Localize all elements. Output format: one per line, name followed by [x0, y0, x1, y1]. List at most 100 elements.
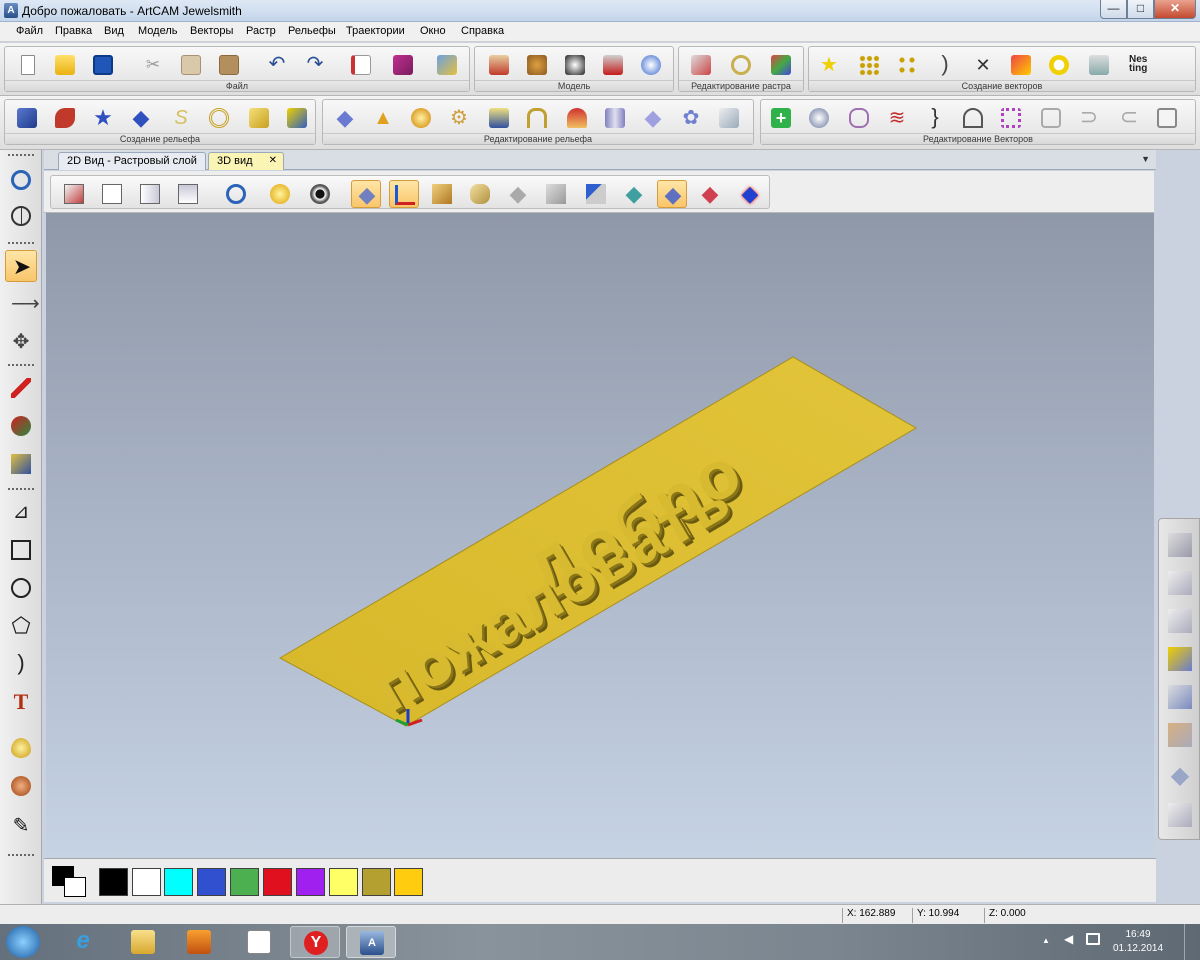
model-hat-button[interactable] [599, 51, 627, 79]
close-tab-icon[interactable]: ✕ [269, 155, 277, 166]
relief-pencil-button[interactable] [715, 104, 743, 132]
layer-8-icon[interactable] [1168, 803, 1192, 827]
vec-offset-button[interactable] [1037, 104, 1065, 132]
cylinder-button[interactable] [465, 180, 495, 208]
transform-tool[interactable]: ✥ [5, 326, 37, 358]
grid-plane-button[interactable]: ◆ [619, 180, 649, 208]
palette-swatch-white[interactable] [132, 868, 161, 896]
drop-tool[interactable] [5, 732, 37, 764]
layer-4-icon[interactable] [1168, 647, 1192, 671]
relief-star-button[interactable]: ★ [89, 104, 117, 132]
cut-button[interactable]: ✂ [139, 51, 167, 79]
relief-flat-button[interactable]: ◆ [331, 104, 359, 132]
menu-raster[interactable]: Растр [246, 25, 276, 37]
globe-tool[interactable] [5, 200, 37, 232]
raster-ring-button[interactable] [727, 51, 755, 79]
import-button[interactable] [433, 51, 461, 79]
model-sphere-button[interactable] [637, 51, 665, 79]
star-vector-button[interactable]: ★ [815, 51, 843, 79]
menu-file[interactable]: Файл [16, 25, 43, 37]
circle-tool[interactable] [5, 572, 37, 604]
layers-top-icon[interactable] [1168, 533, 1192, 557]
relief-spike-button[interactable]: ▲ [369, 104, 397, 132]
raster-paint-button[interactable] [767, 51, 795, 79]
vec-add-button[interactable]: + [767, 104, 795, 132]
vec-curve-button[interactable]: ⊂ [1115, 104, 1143, 132]
palette-swatch-purple[interactable] [296, 868, 325, 896]
curve-pencil-button[interactable] [1007, 51, 1035, 79]
paste-button[interactable] [215, 51, 243, 79]
tab-2d-view[interactable]: 2D Вид - Растровый слой [58, 152, 206, 170]
zoom-view-button[interactable] [221, 180, 251, 208]
menu-view[interactable]: Вид [104, 25, 124, 37]
relief-mushroom-button[interactable] [563, 104, 591, 132]
vec-mirror-button[interactable] [845, 104, 873, 132]
node-edit-tool[interactable]: ⟶ [5, 288, 40, 320]
model-teddy-button[interactable] [523, 51, 551, 79]
copy-button[interactable] [177, 51, 205, 79]
heatmap-button[interactable]: ◆ [735, 180, 765, 208]
taskbar-yandex[interactable]: Y [290, 926, 340, 958]
axes-button[interactable] [389, 180, 419, 208]
wedge-button[interactable] [541, 180, 571, 208]
brush-feather-tool[interactable] [5, 770, 37, 802]
side-view-button[interactable] [135, 180, 165, 208]
taskbar-media-player[interactable] [174, 926, 224, 958]
text-tool[interactable]: T [5, 686, 37, 718]
notes-button[interactable] [347, 51, 375, 79]
rectangle-tool[interactable] [5, 534, 37, 566]
relief-gears-button[interactable]: ⚙ [445, 104, 473, 132]
menu-edit[interactable]: Правка [55, 25, 92, 37]
relief-lamp-button[interactable] [407, 104, 435, 132]
open-button[interactable] [51, 51, 79, 79]
palette-swatch-green[interactable] [230, 868, 259, 896]
vec-pink-square-button[interactable] [997, 104, 1025, 132]
tab-3d-view[interactable]: 3D вид ✕ [208, 152, 284, 170]
polygon-tool[interactable]: ⬠ [5, 610, 37, 642]
save-button[interactable] [89, 51, 117, 79]
close-button[interactable]: ✕ [1154, 0, 1196, 19]
model-bear-button[interactable] [485, 51, 513, 79]
top-view-button[interactable] [173, 180, 203, 208]
cross-nodes-button[interactable]: ✕ [969, 51, 997, 79]
vec-bracket-button[interactable]: } [921, 104, 949, 132]
relief-s-button[interactable]: S [167, 104, 195, 132]
palette-swatch-red[interactable] [263, 868, 292, 896]
layer-5-icon[interactable] [1168, 685, 1192, 709]
secondary-color-swatch[interactable] [64, 877, 86, 897]
red-plane-button[interactable]: ◆ [695, 180, 725, 208]
maximize-button[interactable]: □ [1127, 0, 1154, 19]
palette-swatch-blue[interactable] [197, 868, 226, 896]
zoom-tool[interactable] [5, 164, 37, 196]
edit-pen-tool[interactable]: ✎ [5, 810, 37, 842]
box-select-tool[interactable] [5, 448, 37, 480]
relief-knot-button[interactable] [205, 104, 233, 132]
arc-tool[interactable]: ) [5, 648, 37, 680]
relief-sweep-button[interactable]: ◆ [127, 104, 155, 132]
select-tool[interactable]: ➤ [5, 250, 37, 282]
artcam-app-icon[interactable]: A [4, 3, 18, 18]
menu-window[interactable]: Окно [420, 25, 446, 37]
vec-arc-button[interactable]: ⊃ [1075, 104, 1103, 132]
pen-tool[interactable] [5, 372, 37, 404]
taskbar-ie[interactable]: e [58, 926, 108, 958]
plane-gray-button[interactable]: ◆ [503, 180, 533, 208]
vec-frame-button[interactable] [1153, 104, 1181, 132]
network-icon[interactable] [1086, 933, 1100, 945]
menu-toolpaths[interactable]: Траектории [346, 25, 405, 37]
brush-button[interactable] [581, 180, 611, 208]
new-file-button[interactable] [13, 51, 41, 79]
model-grayscale-button[interactable] [561, 51, 589, 79]
front-view-button[interactable] [97, 180, 127, 208]
layer-6-icon[interactable] [1168, 723, 1192, 747]
ring-vector-button[interactable] [1045, 51, 1073, 79]
relief-pillar-button[interactable] [601, 104, 629, 132]
minimize-button[interactable]: — [1100, 0, 1127, 19]
relief-layer-button[interactable]: ◆ [351, 180, 381, 208]
relief-flower-button[interactable]: ✿ [677, 104, 705, 132]
menu-reliefs[interactable]: Рельефы [288, 25, 336, 37]
layers-vector-button[interactable] [1085, 51, 1113, 79]
start-orb-icon[interactable] [6, 926, 40, 958]
tray-arrow-icon[interactable]: ▲ [1042, 936, 1050, 945]
clock[interactable]: 16:49 01.12.2014 [1108, 928, 1168, 956]
